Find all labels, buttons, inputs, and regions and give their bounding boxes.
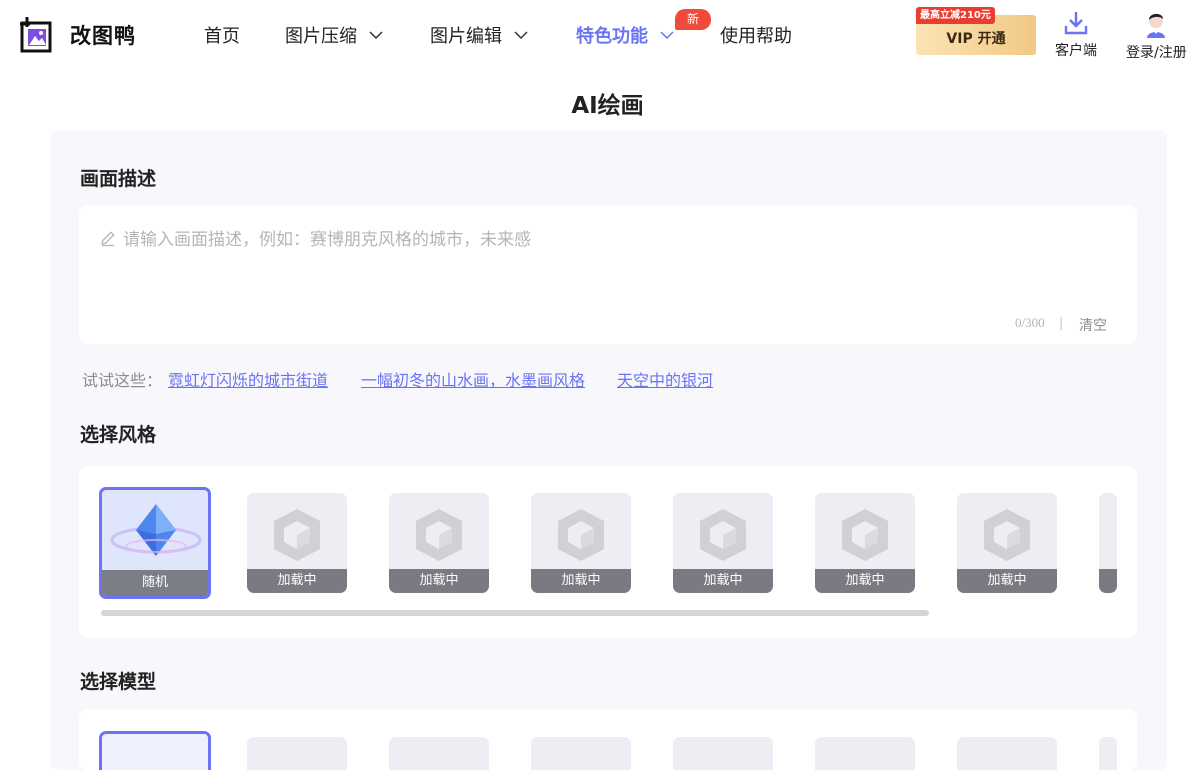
style-card-label-partial <box>1099 569 1117 593</box>
model-card[interactable] <box>99 731 211 770</box>
nav-item-help[interactable]: 使用帮助 <box>720 22 792 48</box>
suggestion-link[interactable]: 天空中的银河 <box>617 367 713 391</box>
separator: | <box>1059 316 1064 331</box>
style-card-label: 加载中 <box>389 569 489 593</box>
char-count: 0/300 <box>1015 315 1045 330</box>
style-card[interactable]: 加载中 <box>247 493 347 593</box>
page-title: AI绘画 <box>571 93 644 119</box>
description-box: 0/300 | 清空 <box>79 205 1137 344</box>
vip-button[interactable]: 最高立减210元 VIP 开通 <box>916 7 1036 55</box>
nav-item-edit[interactable]: 图片编辑 <box>430 22 528 48</box>
app-name: 改图鸭 <box>70 24 136 48</box>
model-label: 选择模型 <box>80 671 157 693</box>
clear-button[interactable]: 清空 <box>1079 315 1107 335</box>
suggestion-link[interactable]: 一幅初冬的山水画，水墨画风格 <box>361 367 585 391</box>
client-label: 客户端 <box>1055 43 1097 59</box>
client-download-button[interactable]: 客户端 <box>1055 10 1097 60</box>
cube-placeholder-icon <box>842 509 888 561</box>
model-card[interactable] <box>531 737 631 770</box>
top-header: 改图鸭 首页 图片压缩 图片编辑 特色功能 使用帮助 新 最高立减210元 VI… <box>0 0 1200 70</box>
nav-item-label: 使用帮助 <box>720 26 792 47</box>
nav-item-features[interactable]: 特色功能 <box>576 22 674 48</box>
cube-placeholder-icon <box>700 509 746 561</box>
style-card-label: 加载中 <box>673 569 773 593</box>
nav-item-home[interactable]: 首页 <box>204 22 240 48</box>
user-avatar-icon <box>1147 13 1166 38</box>
random-gem-icon <box>110 504 202 556</box>
style-card-partial[interactable] <box>1099 493 1117 593</box>
style-card-random[interactable]: 随机 <box>99 487 211 599</box>
login-label: 登录/注册 <box>1126 45 1187 61</box>
suggestion-link[interactable]: 霓虹灯闪烁的城市街道 <box>168 367 328 391</box>
style-card-label: 随机 <box>102 570 208 596</box>
cube-placeholder-icon <box>984 509 1030 561</box>
new-badge: 新 <box>675 9 711 30</box>
style-card[interactable]: 加载中 <box>957 493 1057 593</box>
style-card-label: 加载中 <box>531 569 631 593</box>
style-card-label: 加载中 <box>957 569 1057 593</box>
model-card[interactable] <box>389 737 489 770</box>
description-input[interactable] <box>99 225 1099 305</box>
style-card[interactable]: 加载中 <box>389 493 489 593</box>
model-card[interactable] <box>815 737 915 770</box>
style-card[interactable]: 加载中 <box>673 493 773 593</box>
style-carousel-scrollbar[interactable] <box>101 610 929 616</box>
cube-placeholder-icon <box>558 509 604 561</box>
logo[interactable]: 改图鸭 <box>20 17 136 53</box>
nav-item-compress[interactable]: 图片压缩 <box>285 22 383 48</box>
cube-placeholder-icon <box>416 509 462 561</box>
style-label: 选择风格 <box>80 424 157 446</box>
style-card[interactable]: 加载中 <box>531 493 631 593</box>
style-card[interactable]: 加载中 <box>815 493 915 593</box>
model-card[interactable] <box>247 737 347 770</box>
chevron-down-icon <box>369 31 383 39</box>
cube-placeholder-icon <box>274 509 320 561</box>
model-card-partial[interactable] <box>1099 737 1117 770</box>
vip-label: VIP 开通 <box>946 31 1006 47</box>
nav-item-label: 图片编辑 <box>430 26 502 47</box>
model-card[interactable] <box>673 737 773 770</box>
suggestions-label: 试试这些： <box>82 371 163 390</box>
style-card-label: 加载中 <box>247 569 347 593</box>
chevron-down-icon <box>514 31 528 39</box>
model-card[interactable] <box>957 737 1057 770</box>
model-carousel <box>79 710 1137 770</box>
style-carousel: 随机 加载中 加载中 加载中 加载中 加载中 加载中 <box>79 466 1137 638</box>
login-register-button[interactable]: 登录/注册 <box>1126 10 1187 62</box>
download-icon <box>1064 12 1088 35</box>
description-label: 画面描述 <box>80 168 157 190</box>
chevron-down-icon <box>660 31 674 39</box>
nav-item-label: 首页 <box>204 26 240 47</box>
vip-promo-tag: 最高立减210元 <box>916 7 995 24</box>
image-crop-logo-icon <box>20 17 56 53</box>
nav-item-label: 图片压缩 <box>285 26 357 47</box>
nav-item-label: 特色功能 <box>576 26 648 47</box>
style-card-label: 加载中 <box>815 569 915 593</box>
